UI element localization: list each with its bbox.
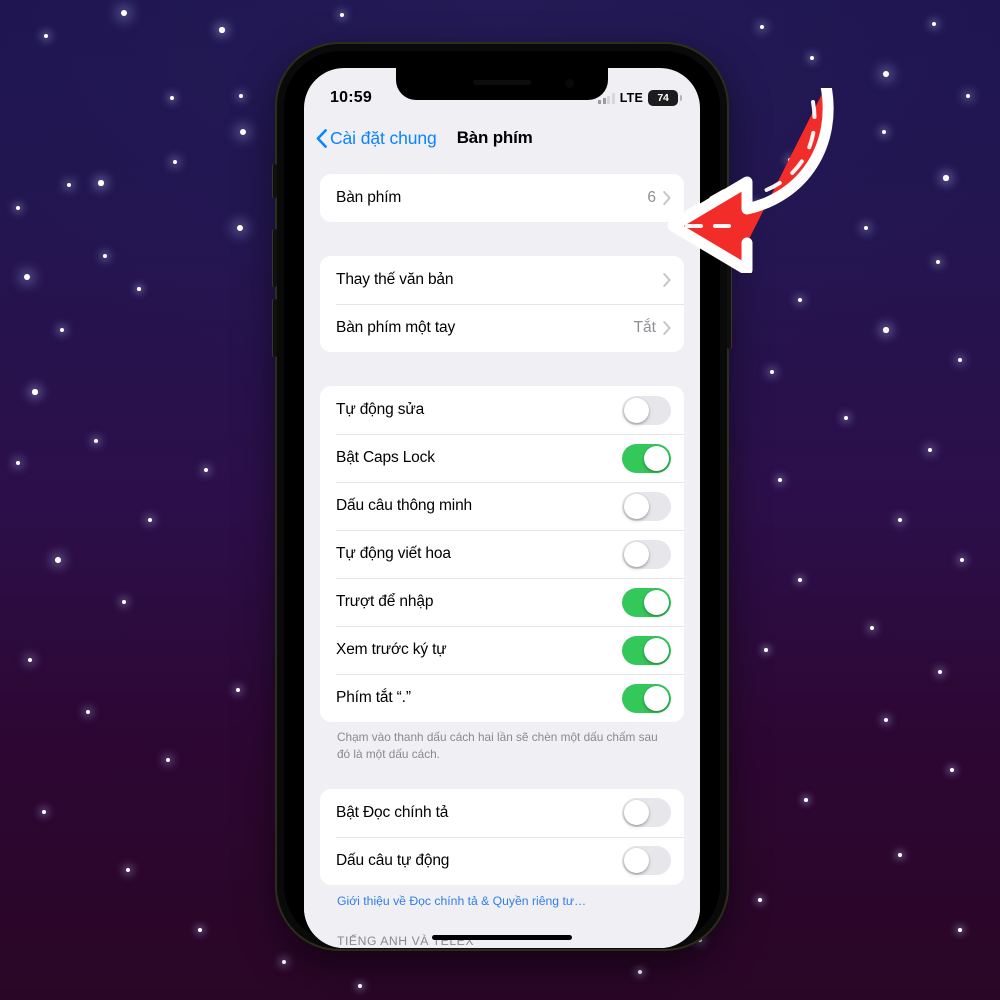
row-label: Bàn phím một tay	[336, 319, 456, 336]
chevron-right-icon	[663, 191, 671, 205]
toggle-dau-cau-thong-minh[interactable]	[622, 491, 671, 521]
section-keyboards: Bàn phím 6	[320, 174, 684, 222]
row-bat-doc-chinh-ta[interactable]: Bật Đọc chính tả	[320, 789, 684, 837]
status-time: 10:59	[330, 89, 372, 106]
row-phim-tat-dot[interactable]: Phím tắt “.”	[320, 674, 684, 722]
row-label: Thay thế văn bản	[336, 271, 454, 288]
section-text-options: Thay thế văn bản Bàn phím một tay Tắt	[320, 256, 684, 352]
toggle-xem-truoc-ky-tu[interactable]	[622, 635, 671, 665]
power-button[interactable]	[727, 259, 731, 349]
phone-screen: 10:59 LTE 74 Cài đặt chung Bàn phím Bàn …	[304, 68, 700, 948]
row-label: Bàn phím	[336, 189, 402, 206]
row-tu-dong-sua[interactable]: Tự động sửa	[320, 386, 684, 434]
row-tu-dong-viet-hoa[interactable]: Tự động viết hoa	[320, 530, 684, 578]
toggle-knob	[644, 685, 669, 711]
back-button-label: Cài đặt chung	[330, 127, 437, 148]
home-indicator	[432, 935, 572, 940]
row-truot-de-nhap[interactable]: Trượt để nhập	[320, 578, 684, 626]
device-notch	[396, 68, 608, 100]
toggle-knob	[644, 589, 669, 615]
row-value: Tắt	[633, 319, 656, 336]
status-indicators: LTE 74	[598, 90, 682, 106]
toggle-knob	[644, 637, 669, 663]
speaker-slot-icon	[473, 80, 531, 85]
typing-toggles-footnote: Chạm vào thanh dấu cách hai lần sẽ chèn …	[337, 730, 658, 761]
toggle-knob	[624, 541, 649, 567]
front-camera-icon	[565, 79, 574, 88]
chevron-right-icon	[663, 321, 671, 335]
row-label: Dấu câu thông minh	[336, 497, 473, 514]
row-label: Phím tắt “.”	[336, 689, 411, 706]
toggle-knob	[624, 800, 649, 825]
chevron-right-icon	[663, 273, 671, 287]
toggle-bat-caps-lock[interactable]	[622, 443, 671, 473]
row-accessory: 6	[647, 189, 671, 207]
toggle-tu-dong-viet-hoa[interactable]	[622, 539, 671, 569]
page-title: Bàn phím	[456, 128, 533, 147]
row-label: Xem trước ký tự	[336, 641, 447, 658]
row-label: Tự động viết hoa	[336, 545, 451, 562]
row-thay-the-van-ban[interactable]: Thay thế văn bản	[320, 256, 684, 304]
row-value: 6	[647, 189, 656, 206]
row-label: Tự động sửa	[336, 401, 425, 418]
row-ban-phim[interactable]: Bàn phím 6	[320, 174, 684, 222]
network-type-label: LTE	[619, 91, 643, 105]
row-bat-caps-lock[interactable]: Bật Caps Lock	[320, 434, 684, 482]
battery-icon: 74	[648, 90, 682, 106]
row-dau-cau-tu-dong[interactable]: Dấu câu tự động	[320, 836, 684, 885]
toggle-dau-cau-tu-dong[interactable]	[622, 846, 671, 875]
toggle-tu-dong-sua[interactable]	[622, 395, 671, 425]
row-accessory: Tắt	[634, 319, 671, 337]
back-button[interactable]: Cài đặt chung	[316, 128, 437, 149]
volume-up-button[interactable]	[273, 229, 277, 287]
toggle-knob	[624, 493, 649, 519]
row-label: Bật Đọc chính tả	[336, 803, 449, 821]
section-dictation: Bật Đọc chính tả Dấu câu tự động	[320, 788, 684, 885]
row-dau-cau-thong-minh[interactable]: Dấu câu thông minh	[320, 482, 684, 530]
toggle-knob	[644, 445, 669, 471]
section-typing-toggles: Tự động sửa Bật Caps Lock Dấu câu thông …	[320, 386, 684, 722]
battery-percent-label: 74	[657, 92, 669, 104]
toggle-phim-tat-dot[interactable]	[622, 683, 671, 713]
phone-device-frame: 10:59 LTE 74 Cài đặt chung Bàn phím Bàn …	[273, 44, 731, 949]
silent-switch-button[interactable]	[273, 164, 277, 198]
dictation-privacy-link[interactable]: Giới thiệu về Đọc chính tả & Quyền riêng…	[320, 885, 684, 908]
row-accessory	[656, 273, 671, 287]
toggle-truot-de-nhap[interactable]	[622, 587, 671, 617]
settings-scroll-content[interactable]: Bàn phím 6 Thay thế văn bản Bàn phím một…	[304, 162, 700, 948]
toggle-bat-doc-chinh-ta[interactable]	[622, 798, 671, 827]
toggle-knob	[624, 848, 649, 873]
row-ban-phim-mot-tay[interactable]: Bàn phím một tay Tắt	[320, 304, 684, 352]
row-xem-truoc-ky-tu[interactable]: Xem trước ký tự	[320, 626, 684, 674]
chevron-left-icon	[316, 128, 327, 148]
row-label: Bật Caps Lock	[336, 449, 435, 466]
volume-down-button[interactable]	[273, 299, 277, 357]
navigation-bar: Cài đặt chung Bàn phím	[304, 114, 700, 162]
toggle-knob	[624, 397, 649, 423]
row-label: Dấu câu tự động	[336, 851, 450, 869]
row-label: Trượt để nhập	[336, 593, 434, 610]
